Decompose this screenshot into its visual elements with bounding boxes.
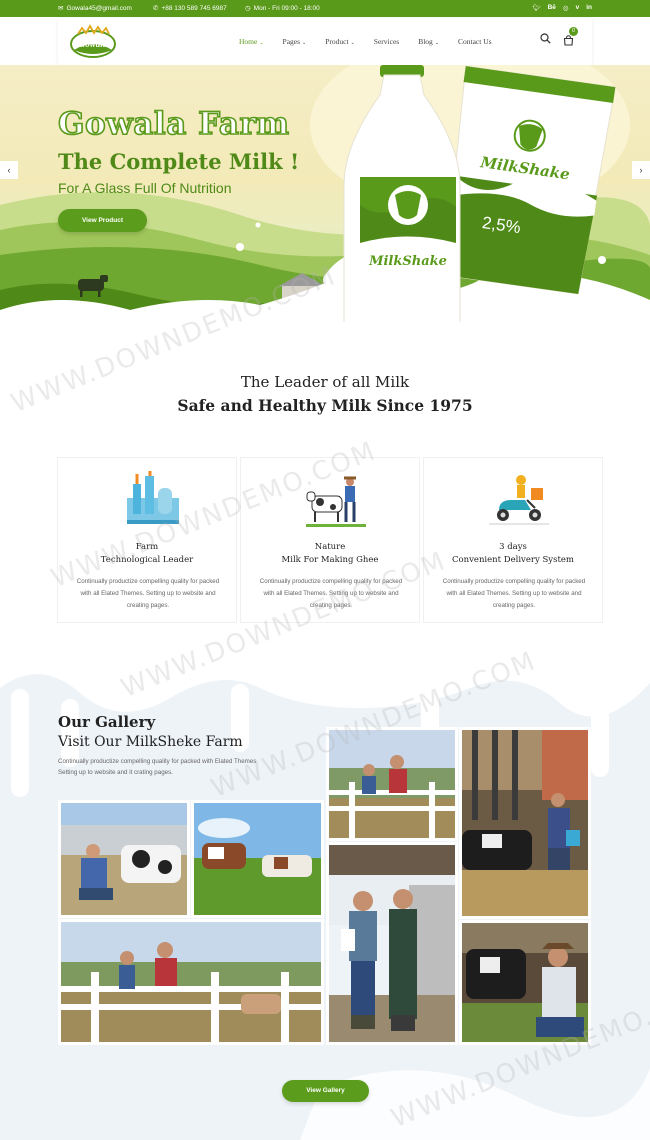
vimeo-icon[interactable]: v: [576, 4, 580, 12]
nav-item-blog[interactable]: Blog ⌄: [418, 37, 439, 46]
nav-item-pages[interactable]: Pages ⌄: [283, 37, 307, 46]
feature-card-delivery: 3 days Convenient Delivery System Contin…: [423, 457, 603, 623]
twitter-icon[interactable]: 🐦︎: [532, 4, 540, 12]
gallery-title: Our Gallery: [58, 713, 156, 731]
gallery-subtitle: Visit Our MilkSheke Farm: [58, 734, 243, 750]
search-icon[interactable]: [540, 33, 551, 44]
feature-subtitle: Convenient Delivery System: [452, 555, 574, 565]
gallery-photo-farmers-fence[interactable]: [58, 919, 324, 1045]
nav-icons: 0: [540, 27, 578, 51]
gallery-photo-barn-feeding[interactable]: [459, 727, 591, 919]
nav-item-services[interactable]: Services: [374, 37, 399, 46]
hero-title: Gowala Farm: [57, 105, 290, 143]
top-bar: ✉ Gowala45@gmail.com ✆ +88 130 589 745 6…: [0, 0, 650, 17]
hero-tagline: For A Glass Full Of Nutrition: [58, 180, 232, 196]
cart-count-badge: 0: [569, 27, 578, 36]
feature-subtitle: Milk For Making Ghee: [281, 555, 379, 565]
instagram-icon[interactable]: ◎: [563, 4, 569, 12]
gallery-photo-cows-pasture[interactable]: [191, 800, 324, 918]
chevron-down-icon: ⌄: [259, 41, 264, 46]
view-gallery-button[interactable]: View Gallery: [282, 1080, 369, 1102]
topbar-hours: ◷ Mon - Fri 09:00 - 18:00: [245, 4, 320, 13]
brand-name: Gowala: [79, 39, 108, 49]
feature-title: Nature: [314, 542, 346, 552]
view-product-button[interactable]: View Product: [58, 209, 147, 232]
feature-desc: Continually productize compelling qualit…: [442, 578, 586, 609]
chevron-down-icon: ⌄: [350, 41, 355, 46]
cart-icon: [563, 35, 574, 46]
gallery-photo-two-farmers-walking[interactable]: [326, 842, 458, 1045]
behance-icon[interactable]: Bē: [548, 4, 556, 12]
chevron-left-icon[interactable]: ‹: [0, 161, 18, 179]
hero-subtitle: The Complete Milk !: [58, 149, 300, 174]
chevron-right-icon[interactable]: ›: [632, 161, 650, 179]
topbar-email[interactable]: ✉ Gowala45@gmail.com: [58, 4, 132, 13]
chevron-down-icon: ⌄: [434, 41, 440, 46]
nav-item-product[interactable]: Product ⌄: [325, 37, 355, 46]
main-navigation: Gowala Home ⌄ Pages ⌄ Product ⌄ Services Bl…: [58, 18, 592, 65]
clock-icon: ◷: [245, 5, 251, 12]
social-links: 🐦︎ Bē ◎ v in: [532, 4, 592, 12]
bottle-label: MilkShake: [368, 254, 447, 269]
phone-icon: ✆: [153, 5, 159, 12]
cart-button[interactable]: 0: [563, 27, 578, 51]
feature-desc: Continually productize compelling qualit…: [76, 578, 220, 609]
nav-menu: Home ⌄ Pages ⌄ Product ⌄ Services Blog ⌄ Con…: [239, 37, 511, 46]
nav-item-home[interactable]: Home ⌄: [239, 37, 264, 46]
topbar-phone[interactable]: ✆ +88 130 589 745 6987: [153, 4, 227, 13]
gallery-photo-farmer-with-cows[interactable]: [459, 920, 591, 1045]
chevron-down-icon: ⌄: [302, 41, 307, 46]
feature-title: 3 days: [499, 542, 527, 552]
mail-icon: ✉: [58, 5, 64, 12]
delivery-scooter-icon: [489, 475, 549, 525]
linkedin-icon[interactable]: in: [586, 4, 592, 12]
gallery-photo-farmer-feeding-cows[interactable]: [58, 800, 190, 918]
nav-item-contact[interactable]: Contact Us: [458, 37, 492, 46]
site-logo[interactable]: Gowala: [68, 22, 118, 60]
intro-subheading: Safe and Healthy Milk Since 1975: [177, 396, 473, 415]
